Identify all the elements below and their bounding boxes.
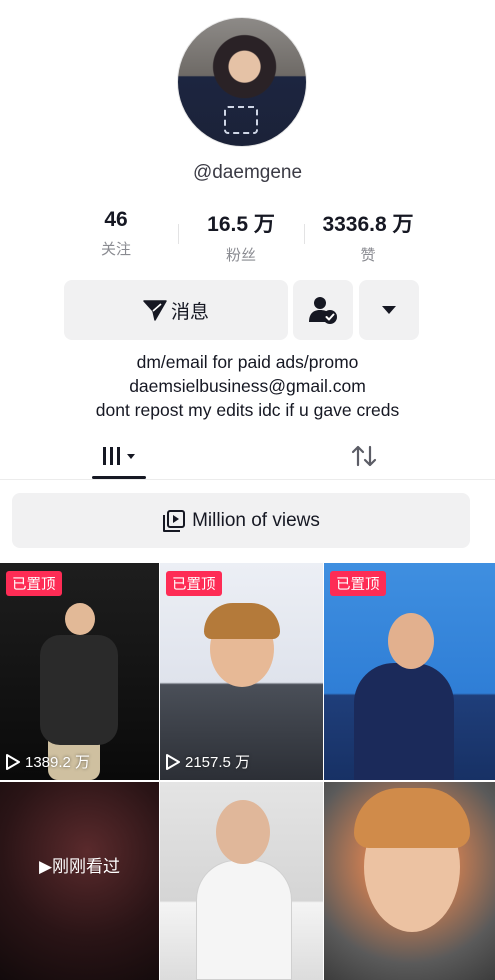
thumbnail-figure (388, 613, 434, 669)
active-tab-indicator (92, 476, 146, 479)
video-tile[interactable] (160, 782, 323, 980)
action-buttons: 消息 (0, 280, 495, 340)
thumbnail-figure (216, 800, 270, 864)
grid-icon (103, 446, 135, 465)
playlist-icon (163, 509, 186, 532)
shirt-print (224, 106, 258, 134)
stat-following-value: 46 (104, 208, 128, 231)
stat-followers-label: 粉丝 (225, 247, 256, 264)
view-count-value: 1389.2 万 (25, 754, 91, 771)
user-check-icon (309, 297, 337, 324)
stat-following-label: 关注 (100, 241, 131, 258)
view-count: 1389.2 万 (6, 751, 90, 772)
caret-down-icon (382, 306, 396, 314)
playlist-button[interactable]: Million of views (12, 493, 470, 548)
pinned-badge: 已置顶 (6, 571, 62, 596)
play-icon (6, 753, 20, 770)
thumbnail-figure (354, 663, 454, 780)
video-tile[interactable]: 已置顶 1389.2 万 (0, 563, 159, 780)
video-tile[interactable]: ▶刚刚看过 (0, 782, 159, 980)
thumbnail-figure (204, 603, 280, 639)
pinned-badge: 已置顶 (330, 571, 386, 596)
message-button[interactable]: 消息 (64, 280, 288, 340)
bio-email[interactable]: daemsielbusiness@gmail.com (0, 374, 495, 398)
thumbnail-figure (196, 860, 292, 980)
playlist-label: Million of views (192, 509, 320, 531)
stats-row: 46 关注 16.5 万 粉丝 3336.8 万 赞 (0, 208, 495, 268)
repost-icon (351, 445, 377, 466)
content-tabs (0, 432, 495, 480)
more-options-button[interactable] (359, 280, 419, 340)
stat-followers[interactable]: 16.5 万 粉丝 (171, 208, 311, 265)
stat-following[interactable]: 46 关注 (46, 208, 186, 259)
play-icon (166, 753, 180, 770)
stat-likes-label: 赞 (360, 247, 376, 264)
tab-videos[interactable] (92, 432, 146, 479)
video-tile[interactable]: 已置顶 2157.5 万 (160, 563, 323, 780)
thumbnail-figure (354, 788, 470, 848)
thumbnail-figure (40, 635, 118, 745)
recently-watched-label: ▶刚刚看过 (38, 857, 121, 876)
bio-line: dm/email for paid ads/promo (136, 352, 359, 372)
pinned-badge: 已置顶 (166, 571, 222, 596)
bio: dm/email for paid ads/promo daemsielbusi… (0, 350, 495, 422)
video-grid: 已置顶 1389.2 万 已置顶 2157.5 万 已置顶 ▶刚刚看过 (0, 563, 495, 980)
video-tile[interactable]: 已置顶 (324, 563, 495, 780)
tab-reposts[interactable] (340, 432, 388, 479)
stat-likes-value: 3336.8 万 (322, 213, 414, 236)
bio-line: dont repost my edits idc if u gave creds (95, 400, 400, 420)
thumbnail-figure (65, 603, 95, 635)
view-count-value: 2157.5 万 (185, 754, 251, 771)
username-handle: @daemgene (192, 162, 303, 183)
video-tile[interactable] (324, 782, 495, 980)
stat-likes[interactable]: 3336.8 万 赞 (298, 208, 438, 265)
following-status-button[interactable] (293, 280, 353, 340)
avatar[interactable] (177, 17, 307, 147)
view-count: 2157.5 万 (166, 751, 250, 772)
stat-followers-value: 16.5 万 (207, 213, 275, 236)
paper-plane-icon (143, 300, 167, 321)
message-button-label: 消息 (170, 301, 209, 323)
